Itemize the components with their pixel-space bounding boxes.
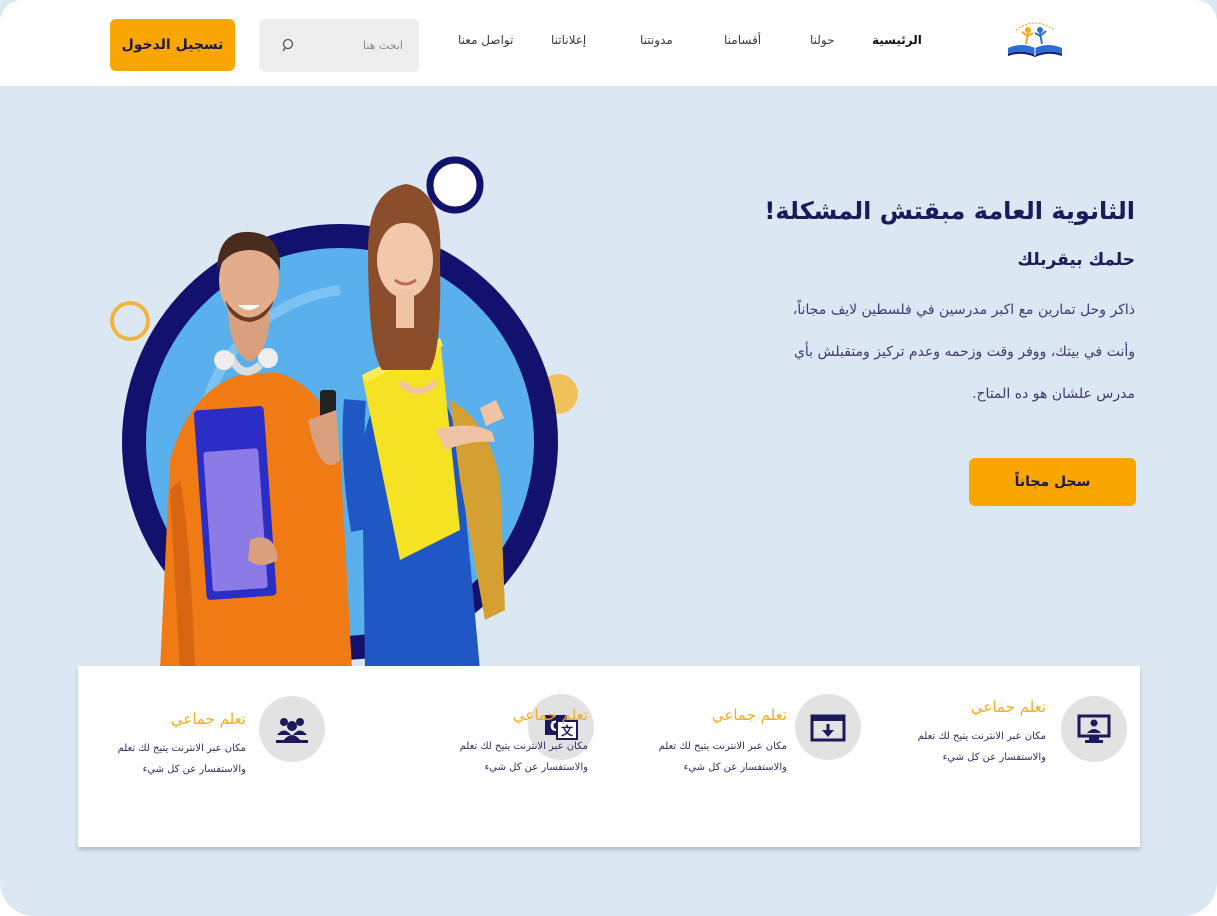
search-input[interactable] xyxy=(293,35,403,55)
feature-text-line: مكان عبر الانترنت يتيح لك تعلم xyxy=(658,741,787,752)
feature-title: تعلم جماعي xyxy=(970,698,1046,716)
feature-item: تعلم جماعي مكان عبر الانترنت يتيح لك تعل… xyxy=(878,666,1140,847)
feature-text: مكان عبر الانترنت يتيح لك تعلم والاستفسا… xyxy=(886,726,1046,768)
nav-sections[interactable]: أقسامنا xyxy=(724,33,761,53)
nav-contact[interactable]: تواصل معنا xyxy=(458,33,513,53)
nav-home[interactable]: الرئيسية xyxy=(872,33,922,53)
feature-text-line: مكان عبر الانترنت يتيح لك تعلم xyxy=(459,741,588,752)
feature-icon-circle xyxy=(259,696,325,762)
feature-text: مكان عبر الانترنت يتيح لك تعلم والاستفسا… xyxy=(627,736,787,778)
feature-text-line: والاستفسار عن كل شيء xyxy=(942,752,1046,763)
nav-blog[interactable]: مدونتنا xyxy=(640,33,673,53)
decor-ring-top xyxy=(426,156,484,214)
feature-icon-circle xyxy=(1061,696,1127,762)
feature-item: تعلم جماعي مكان عبر الانترنت يتيح لك تعل… xyxy=(78,666,340,847)
feature-title: تعلم جماعي xyxy=(711,706,787,724)
site-logo[interactable] xyxy=(1002,14,1068,62)
search-box[interactable] xyxy=(259,19,419,72)
features-card: تعلم جماعي مكان عبر الانترنت يتيح لك تعل… xyxy=(78,666,1140,847)
feature-text-line: مكان عبر الانترنت يتيح لك تعلم xyxy=(117,743,246,754)
group-icon xyxy=(276,718,308,743)
hero-title: الثانوية العامة مبقتش المشكلة! xyxy=(764,197,1135,225)
download-screen-icon xyxy=(810,714,846,742)
nav-ads[interactable]: إعلاناتنا xyxy=(551,33,586,53)
feature-text: مكان عبر الانترنت يتيح لك تعلم والاستفسا… xyxy=(86,738,246,780)
feature-text-line: والاستفسار عن كل شيء xyxy=(683,762,787,773)
feature-item: تعلم جماعي مكان عبر الانترنت يتيح لك تعل… xyxy=(613,666,875,847)
decor-ring-small xyxy=(110,301,150,341)
feature-icon-circle xyxy=(795,694,861,760)
hero-description-line-3: مدرس علشان هو ده المتاح. xyxy=(972,386,1135,402)
feature-title: تعلم جماعي xyxy=(512,706,588,724)
feature-text-line: مكان عبر الانترنت يتيح لك تعلم xyxy=(917,731,1046,742)
hero-description-line-2: وأنت في بيتك، ووفر وقت وزحمه وعدم تركيز … xyxy=(793,344,1135,360)
nav-about[interactable]: حولنا xyxy=(810,33,835,53)
register-free-button[interactable]: سجل مجاناً xyxy=(969,458,1136,506)
feature-text-line: والاستفسار عن كل شيء xyxy=(142,764,246,775)
top-header: تسجيل الدخول تواصل معنا إعلاناتنا مدونتن… xyxy=(0,0,1217,86)
feature-item: G 文 تعلم جماعي مكان عبر الانترنت يتيح لك… xyxy=(346,666,608,847)
feature-text-line: والاستفسار عن كل شيء xyxy=(484,762,588,773)
monitor-user-icon xyxy=(1077,714,1111,743)
hero-description-line-1: ذاكر وحل تمارين مع اكبر مدرسين في فلسطين… xyxy=(792,302,1135,318)
feature-text: مكان عبر الانترنت يتيح لك تعلم والاستفسا… xyxy=(428,736,588,778)
hero-subtitle: حلمك بيقربلك xyxy=(1017,250,1135,270)
feature-title: تعلم جماعي xyxy=(170,710,246,728)
login-button[interactable]: تسجيل الدخول xyxy=(110,19,235,71)
page-frame: تسجيل الدخول تواصل معنا إعلاناتنا مدونتن… xyxy=(0,0,1217,916)
hero-illustration xyxy=(110,156,578,666)
